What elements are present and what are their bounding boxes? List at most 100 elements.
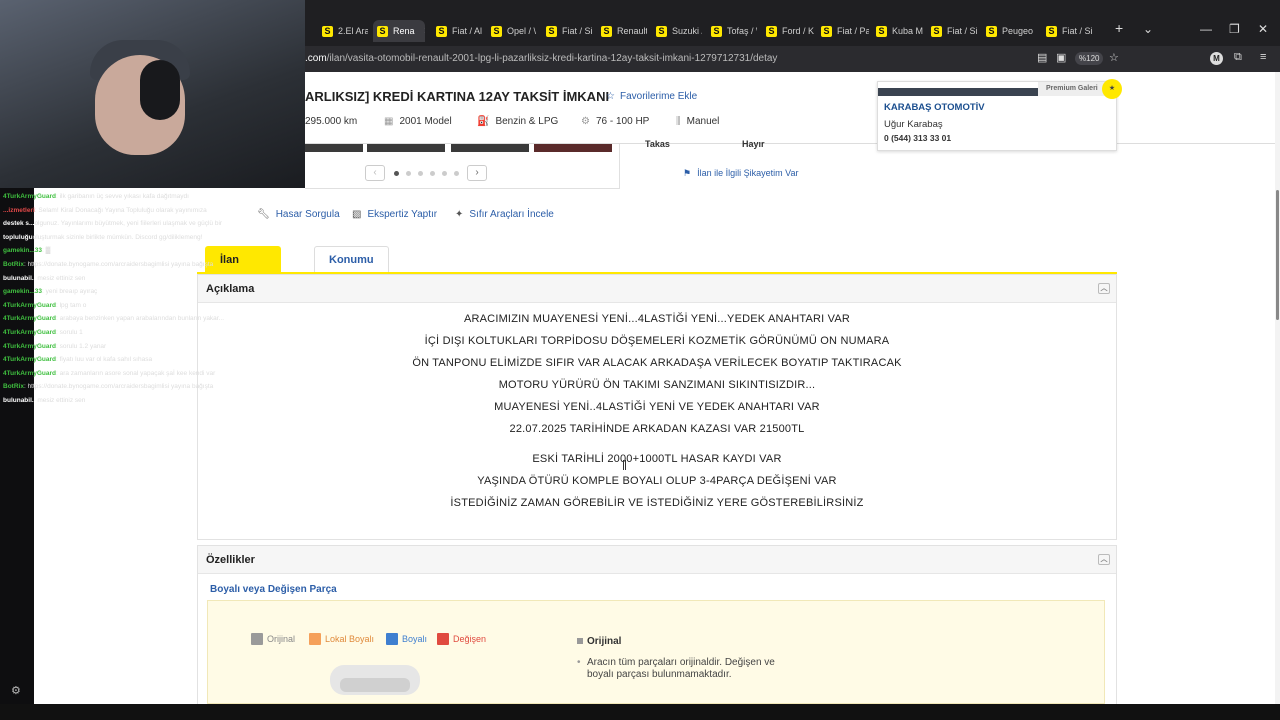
browser-tab[interactable]: S Suzuki / bbox=[652, 20, 702, 42]
stream-chat-log: 4TurkArmyGuard: ilk garibanın üç sevve y… bbox=[0, 190, 270, 408]
browser-tab[interactable]: S Fiat / Pa bbox=[817, 20, 869, 42]
page-scrollbar[interactable] bbox=[1275, 72, 1280, 704]
chat-username[interactable]: gamekin...33 bbox=[3, 288, 42, 295]
close-window-icon[interactable]: ✕ bbox=[1258, 22, 1268, 36]
chat-username[interactable]: 4TurkArmyGuard bbox=[3, 343, 56, 350]
bookmark-star-icon[interactable]: ☆ bbox=[1109, 51, 1119, 64]
dealer-phone[interactable]: 0 (544) 313 33 01 bbox=[884, 133, 951, 143]
chat-username[interactable]: 4TurkArmyGuard bbox=[3, 193, 56, 200]
tab-location[interactable]: Konumu bbox=[314, 246, 389, 273]
gallery-thumbnail[interactable] bbox=[367, 144, 445, 152]
chat-message: bulunabil...mesiz ettiniz sen bbox=[0, 394, 270, 408]
extensions-icon[interactable]: ⧉ bbox=[1234, 51, 1242, 64]
divider bbox=[305, 188, 620, 189]
profile-avatar[interactable]: M bbox=[1210, 52, 1223, 65]
settings-gear-icon[interactable]: ⚙ bbox=[11, 684, 21, 697]
page-scrollbar-thumb[interactable] bbox=[1276, 190, 1279, 320]
chat-username[interactable]: topluluğu bbox=[3, 234, 33, 241]
browser-tab[interactable]: S Renault bbox=[597, 20, 647, 42]
tab-label: Kuba M bbox=[892, 26, 924, 36]
description-line: ARACIMIZIN MUAYENESİ YENİ...4LASTİĞİ YEN… bbox=[463, 313, 851, 325]
zoom-level-badge[interactable]: %120 bbox=[1075, 52, 1104, 65]
chat-message: 4TurkArmyGuard: arabaya benzinken yapan … bbox=[0, 312, 270, 326]
browser-tab[interactable]: S Fiat / Si bbox=[1042, 20, 1100, 42]
chat-username[interactable]: bulunabil... bbox=[3, 397, 37, 404]
add-favorite-button[interactable]: ☆ Favorilerime Ekle bbox=[606, 91, 697, 102]
spec-hp: ⚙ 76 - 100 HP bbox=[581, 116, 649, 127]
screenshot-icon[interactable]: ▣ bbox=[1056, 51, 1066, 64]
features-header[interactable]: Özellikler ︿ bbox=[198, 546, 1116, 574]
expertise-link[interactable]: ▧ Ekspertiz Yaptır bbox=[352, 209, 437, 220]
chat-message: BotRix: https://donate.bynogame.com/arcr… bbox=[0, 380, 270, 394]
browser-tab[interactable]: S Ford / K bbox=[762, 20, 814, 42]
gallery-thumbnail[interactable] bbox=[451, 144, 529, 152]
gallery-dot[interactable] bbox=[442, 171, 447, 176]
clipboard-icon: ▧ bbox=[352, 209, 362, 220]
new-cars-link[interactable]: ✦ Sıfır Araçları İncele bbox=[455, 209, 554, 220]
description-header[interactable]: Açıklama ︿ bbox=[198, 275, 1116, 303]
sahibinden-favicon: S bbox=[491, 25, 502, 37]
chat-text: : sorulu 1.2 yanar bbox=[55, 342, 107, 350]
browser-tab[interactable]: S Fiat / Si bbox=[542, 20, 592, 42]
description-line: YAŞINDA ÖTÜRÜ KOMPLE BOYALI OLUP 3-4PARÇ… bbox=[477, 475, 837, 487]
browser-tab[interactable]: S Fiat / Si bbox=[927, 20, 979, 42]
chat-username[interactable]: 4TurkArmyGuard bbox=[3, 370, 56, 377]
restore-icon[interactable]: ❐ bbox=[1229, 22, 1240, 36]
minimize-icon[interactable]: — bbox=[1200, 22, 1212, 36]
browser-tab[interactable]: S Peugeo bbox=[982, 20, 1040, 42]
gallery-dot[interactable] bbox=[394, 171, 399, 176]
collapse-icon[interactable]: ︿ bbox=[1098, 283, 1110, 294]
gallery-thumbnail[interactable] bbox=[534, 144, 612, 152]
reader-mode-icon[interactable]: ▤ bbox=[1037, 51, 1047, 64]
browser-tab[interactable]: S Fiat / Al bbox=[432, 20, 482, 42]
tab-list-chevron-icon[interactable]: ⌄ bbox=[1143, 22, 1153, 36]
chat-username[interactable]: gamekin...33 bbox=[3, 247, 42, 254]
new-tab-icon[interactable]: + bbox=[1115, 20, 1123, 36]
browser-tab[interactable]: S Opel / \ bbox=[487, 20, 537, 42]
chat-username[interactable]: 4TurkArmyGuard bbox=[3, 356, 56, 363]
chat-username[interactable]: ...izmetleri bbox=[3, 207, 35, 214]
collapse-icon[interactable]: ︿ bbox=[1098, 554, 1110, 565]
gallery-thumbnail[interactable] bbox=[305, 144, 363, 152]
browser-tab[interactable]: S 2.El Ara bbox=[318, 20, 368, 42]
sticky-listing-header bbox=[305, 72, 1275, 144]
chat-text: : https://donate.bynogame.com/arcraiders… bbox=[23, 383, 214, 391]
description-line: ESKİ TARİHLİ 2000+1000TL HASAR KAYDI VAR bbox=[532, 453, 782, 465]
report-listing-link[interactable]: ⚑ İlan ile İlgili Şikayetim Var bbox=[683, 168, 798, 179]
sahibinden-favicon: S bbox=[1046, 25, 1057, 37]
browser-tab[interactable]: S Kuba M bbox=[872, 20, 924, 42]
legend-label: Değişen bbox=[453, 634, 487, 644]
chat-username[interactable]: BotRix bbox=[3, 383, 24, 390]
tab-label: Opel / \ bbox=[507, 26, 537, 36]
tab-label: Suzuki / bbox=[672, 26, 702, 36]
gallery-dot[interactable] bbox=[418, 171, 423, 176]
browser-tab[interactable]: S Tofaş / \ bbox=[707, 20, 757, 42]
chat-message: gamekin...33: yeni breaıp ayıraç bbox=[0, 285, 270, 299]
browser-tab-active[interactable]: S Rena ✕ bbox=[373, 20, 425, 42]
gallery-prev-button[interactable]: ‹ bbox=[365, 165, 385, 181]
chat-username[interactable]: 4TurkArmyGuard bbox=[3, 302, 56, 309]
chat-username[interactable]: destek s... bbox=[3, 220, 34, 227]
chat-username[interactable]: bulunabil... bbox=[3, 275, 37, 282]
description-line: MUAYENESİ YENİ..4LASTİĞİ YENİ VE YEDEK A… bbox=[494, 401, 820, 413]
url-text[interactable]: .com/ilan/vasita-otomobil-renault-2001-l… bbox=[305, 53, 777, 64]
legend-original: Orijinal bbox=[251, 633, 295, 645]
takas-value: Hayır bbox=[742, 139, 765, 149]
tab-label: Fiat / Al bbox=[452, 26, 482, 36]
sahibinden-favicon: S bbox=[931, 25, 942, 37]
gallery-dot[interactable] bbox=[454, 171, 459, 176]
chat-username[interactable]: 4TurkArmyGuard bbox=[3, 329, 56, 336]
menu-icon[interactable]: ≡ bbox=[1260, 51, 1266, 63]
close-tab-icon[interactable]: ✕ bbox=[424, 26, 425, 37]
chat-text: : Selam! Kiral Donacağı Yayına Topluluğu… bbox=[34, 206, 207, 214]
gallery-dot[interactable] bbox=[406, 171, 411, 176]
legend-label: Lokal Boyalı bbox=[325, 634, 375, 644]
chat-username[interactable]: BotRix bbox=[3, 261, 24, 268]
chat-username[interactable]: 4TurkArmyGuard bbox=[3, 315, 56, 322]
legend-label: Boyalı bbox=[402, 634, 428, 644]
dealer-name[interactable]: KARABAŞ OTOMOTİV bbox=[884, 102, 985, 113]
description-line: İSTEDİĞİNİZ ZAMAN GÖREBİLİR VE İSTEDİĞİN… bbox=[450, 497, 864, 509]
sahibinden-favicon: S bbox=[711, 25, 722, 37]
gallery-dot[interactable] bbox=[430, 171, 435, 176]
gallery-next-button[interactable]: › bbox=[467, 165, 487, 181]
